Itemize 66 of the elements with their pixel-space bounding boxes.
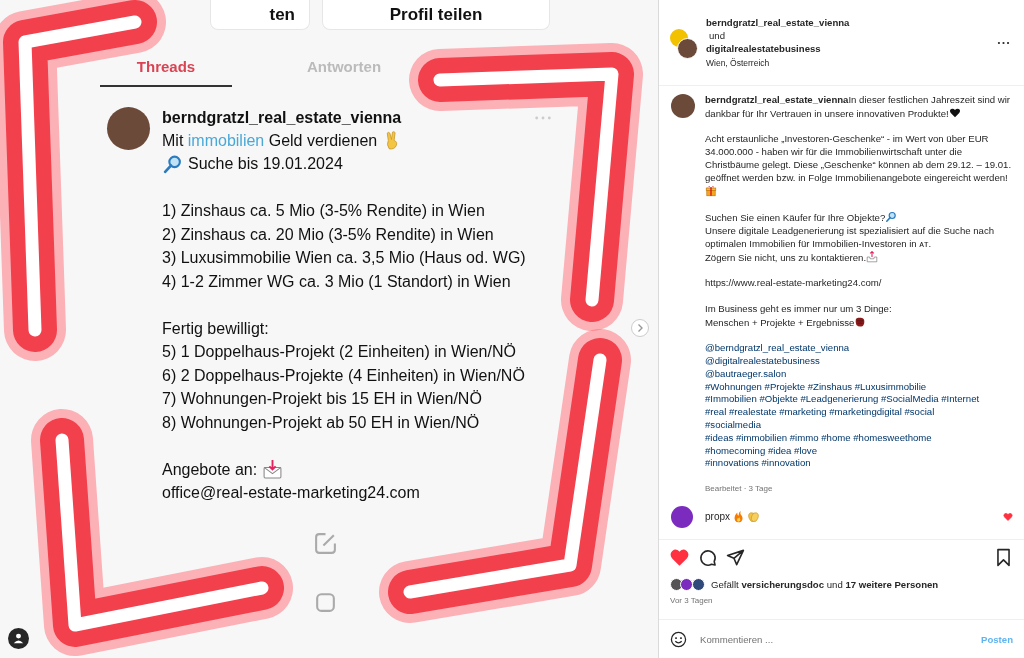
magnifier-icon xyxy=(885,211,898,224)
tag-link[interactable]: #Wohnungen #Projekte #Zinshaus #Luxusimmobilie xyxy=(705,380,927,394)
like-icon[interactable] xyxy=(1003,511,1013,522)
tray-icon xyxy=(866,250,879,263)
post-time: Vor 3 Tagen xyxy=(670,596,713,605)
magnifier-icon xyxy=(162,153,183,175)
caption-text: Menschen + Projekte + Ergebnisse xyxy=(705,315,867,330)
tag-link[interactable]: #Immobilien #Objekte #Leadgenerierung #SocialMedia #Internet xyxy=(705,393,980,407)
post-text: 7) Wohnungen-Projekt bis 15 EH in Wien/NÖ xyxy=(162,390,482,409)
post-text: Angebote an: xyxy=(162,460,258,479)
comment-icon[interactable] xyxy=(698,548,717,567)
avatar-pair[interactable] xyxy=(670,28,696,57)
post-text: 1) Zinshaus ca. 5 Mio (3-5% Rendite) in Wien xyxy=(162,202,485,221)
avatar xyxy=(671,505,693,528)
tag-link[interactable]: #socialmedia xyxy=(705,418,761,432)
post-text: Fertig bewilligt: xyxy=(162,319,269,338)
bookmark-icon[interactable] xyxy=(994,548,1013,567)
tag-link[interactable]: #innovations #innovation xyxy=(705,457,811,471)
profile-button[interactable]: Profil teilen xyxy=(322,0,550,30)
profile-button[interactable]: ten xyxy=(210,0,310,30)
user-icon[interactable] xyxy=(8,628,29,649)
tag-link[interactable]: @bautraeger.salon xyxy=(705,367,787,381)
username[interactable]: berndgratzl_real_estate_vienna xyxy=(162,109,402,127)
caption-text: Im Business geht es immer nur um 3 Dinge: xyxy=(705,302,892,316)
post-text: 6) 2 Doppelhaus-Projekte (4 Einheiten) in Wien/NÖ xyxy=(162,366,525,385)
likes-text[interactable]: Gefällt versicherungsdoc und 17 weitere Personen xyxy=(711,579,939,590)
more-icon[interactable] xyxy=(997,40,1010,45)
username[interactable]: berndgratzl_real_estate_vienna xyxy=(705,94,849,105)
post-text: Mit immobilien Geld verdienen xyxy=(162,131,378,150)
caption-text: Zögern Sie nicht, uns zu kontaktieren. xyxy=(705,250,879,265)
caption-text: berndgratzl_real_estate_viennaIn dieser festlichen Jahreszeit sind wir dankbar für Ihr Vertrauen in unsere innovativen Produkte! xyxy=(705,94,1012,121)
brick-icon xyxy=(854,315,867,328)
post-text: Suche bis 19.01.2024 xyxy=(188,155,343,174)
caption-text: Acht erstaunliche „Investoren-Geschenke“ - im Wert von über EUR 34.000.000 - haben wir für die Immobilienwirtschaft unter die Christbäume gelegt. Diese „Geschenke“ können ab dem 29.12. – 19.01. geöffnet werden bzw. in Folge Immobilienangebote eingereicht werden! xyxy=(705,133,1015,199)
tab[interactable]: Threads xyxy=(100,58,232,87)
joiner-text: und xyxy=(708,28,725,42)
edited-time: Bearbeitet · 3 Tage xyxy=(705,482,773,495)
post-text: 8) Wohnungen-Projekt ab 50 EH in Wien/NÖ xyxy=(162,413,480,432)
post-text: 3) Luxusimmobilie Wien ca. 3,5 Mio (Haus od. WG) xyxy=(162,249,526,268)
comment-field[interactable]: Kommentieren ... xyxy=(698,632,970,646)
post-text: 5) 1 Doppelhaus-Projekt (2 Einheiten) in Wien/NÖ xyxy=(162,343,516,362)
tag-link[interactable]: @berndgratzl_real_estate_vienna xyxy=(705,342,850,355)
fire-icon xyxy=(732,510,745,524)
post-text: 2) Zinshaus ca. 20 Mio (3-5% Rendite) in Wien xyxy=(162,225,494,244)
like-icon[interactable] xyxy=(670,548,689,567)
caption-text: Unsere digitale Leadgenerierung ist spezialisiert auf die Suche nach optimalen Immobilien für Immobilien-Investoren in ᴀᴛ. xyxy=(705,224,996,251)
avatar xyxy=(671,94,695,118)
gift-icon xyxy=(705,184,717,197)
send-icon[interactable] xyxy=(726,548,745,567)
post-text: 4) 1-2 Zimmer WG ca. 3 Mio (1 Standort) in Wien xyxy=(162,272,511,291)
caption-text: Suchen Sie einen Käufer für Ihre Objekte? xyxy=(705,211,898,225)
tag-link[interactable]: #ideas #immobilien #immo #home #homesweethome xyxy=(705,431,932,445)
username[interactable]: berndgratzl_real_estate_vienna xyxy=(706,15,997,29)
heart-icon xyxy=(948,106,961,119)
post-text: office@real-estate-marketing24.com xyxy=(162,484,420,503)
location-link[interactable]: Wien, Österreich xyxy=(706,56,770,70)
tag-link[interactable]: @digitalrealestatebusiness xyxy=(705,354,820,368)
tag-link[interactable]: #homecoming #idea #love xyxy=(705,444,817,458)
envelope-icon xyxy=(262,459,284,481)
comment-text: propx xyxy=(705,511,730,523)
clapping-hands-icon xyxy=(747,510,760,524)
tag-link[interactable]: #real #realestate #marketing #marketingdigital #social xyxy=(705,406,935,419)
emoji-icon[interactable] xyxy=(670,630,687,648)
avatar xyxy=(107,107,150,150)
caption-text: https://www.real-estate-marketing24.com/ xyxy=(705,277,882,290)
username[interactable]: digitalrealestatebusiness xyxy=(706,41,997,55)
